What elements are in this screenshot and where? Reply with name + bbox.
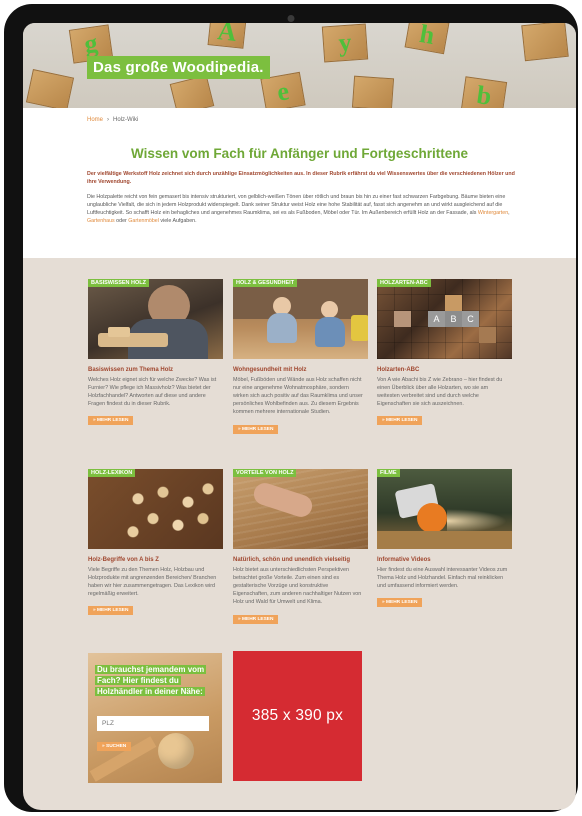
card-gesundheit: HOLZ & GESUNDHEIT Wohngesundheit mit Hol… (233, 279, 368, 435)
card-text: Viele Begriffe zu den Themen Holz, Holzb… (88, 567, 217, 598)
wood-block (25, 69, 75, 108)
screen: g A y h e b Das große Woodipedia. Home › H… (23, 23, 576, 810)
card-title[interactable]: Wohngesundheit mit Holz (233, 367, 368, 373)
card-text: Von A wie Abachi bis Z wie Zebrano – hie… (377, 377, 503, 408)
read-more-button[interactable]: » MEHR LESEN (233, 424, 279, 434)
abc-tile: B (445, 311, 462, 327)
card-label: VORTEILE VON HOLZ (233, 469, 297, 477)
card-title[interactable]: Natürlich, schön und unendlich vielseiti… (233, 557, 368, 563)
read-more-button[interactable]: » MEHR LESEN (377, 416, 423, 426)
card-text: Hier findest du eine Auswahl interessant… (377, 567, 508, 590)
wintergarten-link[interactable]: Wintergarten (478, 210, 508, 216)
read-more-button[interactable]: » MEHR LESEN (233, 614, 279, 624)
card-text: Möbel, Fußböden und Wände aus Holz schaf… (233, 377, 363, 416)
search-button[interactable]: » SUCHEN (97, 742, 132, 751)
read-more-button[interactable]: » MEHR LESEN (88, 416, 134, 426)
intro-oder: oder (116, 217, 127, 224)
breadcrumb-separator: › (107, 117, 110, 123)
card-title[interactable]: Holzarten-ABC (377, 367, 512, 373)
abc-tile: C (462, 311, 479, 327)
card-label: HOLZ & GESUNDHEIT (233, 279, 298, 287)
search-heading: Du brauchst jemandem vom Fach? Hier find… (95, 665, 207, 696)
wood-block: h (404, 23, 450, 55)
card-image[interactable]: A B C HOLZARTEN-ABC (377, 279, 512, 359)
wood-block (351, 75, 395, 108)
section-heading: Wissen vom Fach für Anfänger und Fortges… (131, 146, 468, 161)
card-image[interactable]: BASISWISSEN HOLZ (88, 279, 223, 359)
wood-block: A (207, 23, 247, 49)
card-image[interactable]: HOLZ & GESUNDHEIT (233, 279, 368, 359)
camera-dot (287, 15, 295, 22)
ad-placeholder[interactable]: 385 x 390 px (233, 651, 362, 781)
card-label: HOLZARTEN-ABC (377, 279, 431, 287)
tablet-frame: g A y h e b Das große Woodipedia. Home › H… (4, 4, 578, 812)
intro-comma: , (508, 209, 510, 216)
card-label: BASISWISSEN HOLZ (88, 279, 150, 287)
card-label: FILME (377, 469, 400, 477)
breadcrumb-home-link[interactable]: Home (87, 117, 103, 123)
card-image[interactable]: HOLZ-LEXIKON (88, 469, 223, 549)
card-image[interactable]: FILME (377, 469, 512, 549)
ad-size-label: 385 x 390 px (251, 707, 344, 724)
hero-banner: g A y h e b Das große Woodipedia. (23, 23, 576, 108)
breadcrumb-current: Holz-Wiki (113, 117, 139, 123)
page-title: Das große Woodipedia. (87, 56, 270, 79)
intro-section: Home › Holz-Wiki Wissen vom Fach für Anfän… (23, 108, 576, 258)
intro-body-als: als (469, 209, 477, 216)
card-text: Holz bietet aus unterschiedlichsten Pers… (233, 567, 362, 606)
card-title[interactable]: Holz-Begriffe von A bis Z (88, 557, 223, 563)
read-more-button[interactable]: » MEHR LESEN (88, 606, 134, 616)
card-basiswissen: BASISWISSEN HOLZ Basiswissen zum Thema H… (88, 279, 223, 426)
wood-block (521, 23, 569, 62)
card-vorteile: VORTEILE VON HOLZ Natürlich, schön und u… (233, 469, 368, 625)
card-title[interactable]: Informative Videos (377, 557, 512, 563)
card-holzarten: A B C HOLZARTEN-ABC Holzarten-ABC Von A … (377, 279, 512, 426)
abc-tile: A (428, 311, 445, 327)
card-title[interactable]: Basiswissen zum Thema Holz (88, 367, 223, 373)
intro-body-main: Die Holzpalette reicht von fein gemasert… (87, 194, 506, 216)
card-filme: FILME Informative Videos Hier findest du… (377, 469, 512, 608)
wood-block (169, 74, 215, 108)
intro-body-text: Die Holzpalette reicht von fein gemasert… (87, 194, 515, 226)
breadcrumb: Home › Holz-Wiki (87, 117, 138, 123)
card-image[interactable]: VORTEILE VON HOLZ (233, 469, 368, 549)
plz-input[interactable] (97, 716, 209, 731)
gartenhaus-link[interactable]: Gartenhaus (87, 218, 115, 224)
wood-block: b (460, 76, 508, 108)
read-more-button[interactable]: » MEHR LESEN (377, 598, 423, 608)
card-text: Welches Holz eignet sich für welche Zwec… (88, 377, 217, 408)
card-label: HOLZ-LEXIKON (88, 469, 136, 477)
dealer-search-card: Du brauchst jemandem vom Fach? Hier find… (88, 653, 222, 783)
card-lexikon: HOLZ-LEXIKON Holz-Begriffe von A bis Z V… (88, 469, 223, 616)
wood-block: y (321, 23, 369, 63)
intro-lead-text: Der vielfältige Werkstoff Holz zeichnet … (87, 171, 515, 185)
intro-body-end: viele Aufgaben. (160, 217, 197, 224)
gartenmoebel-link[interactable]: Gartenmöbel (128, 218, 159, 224)
